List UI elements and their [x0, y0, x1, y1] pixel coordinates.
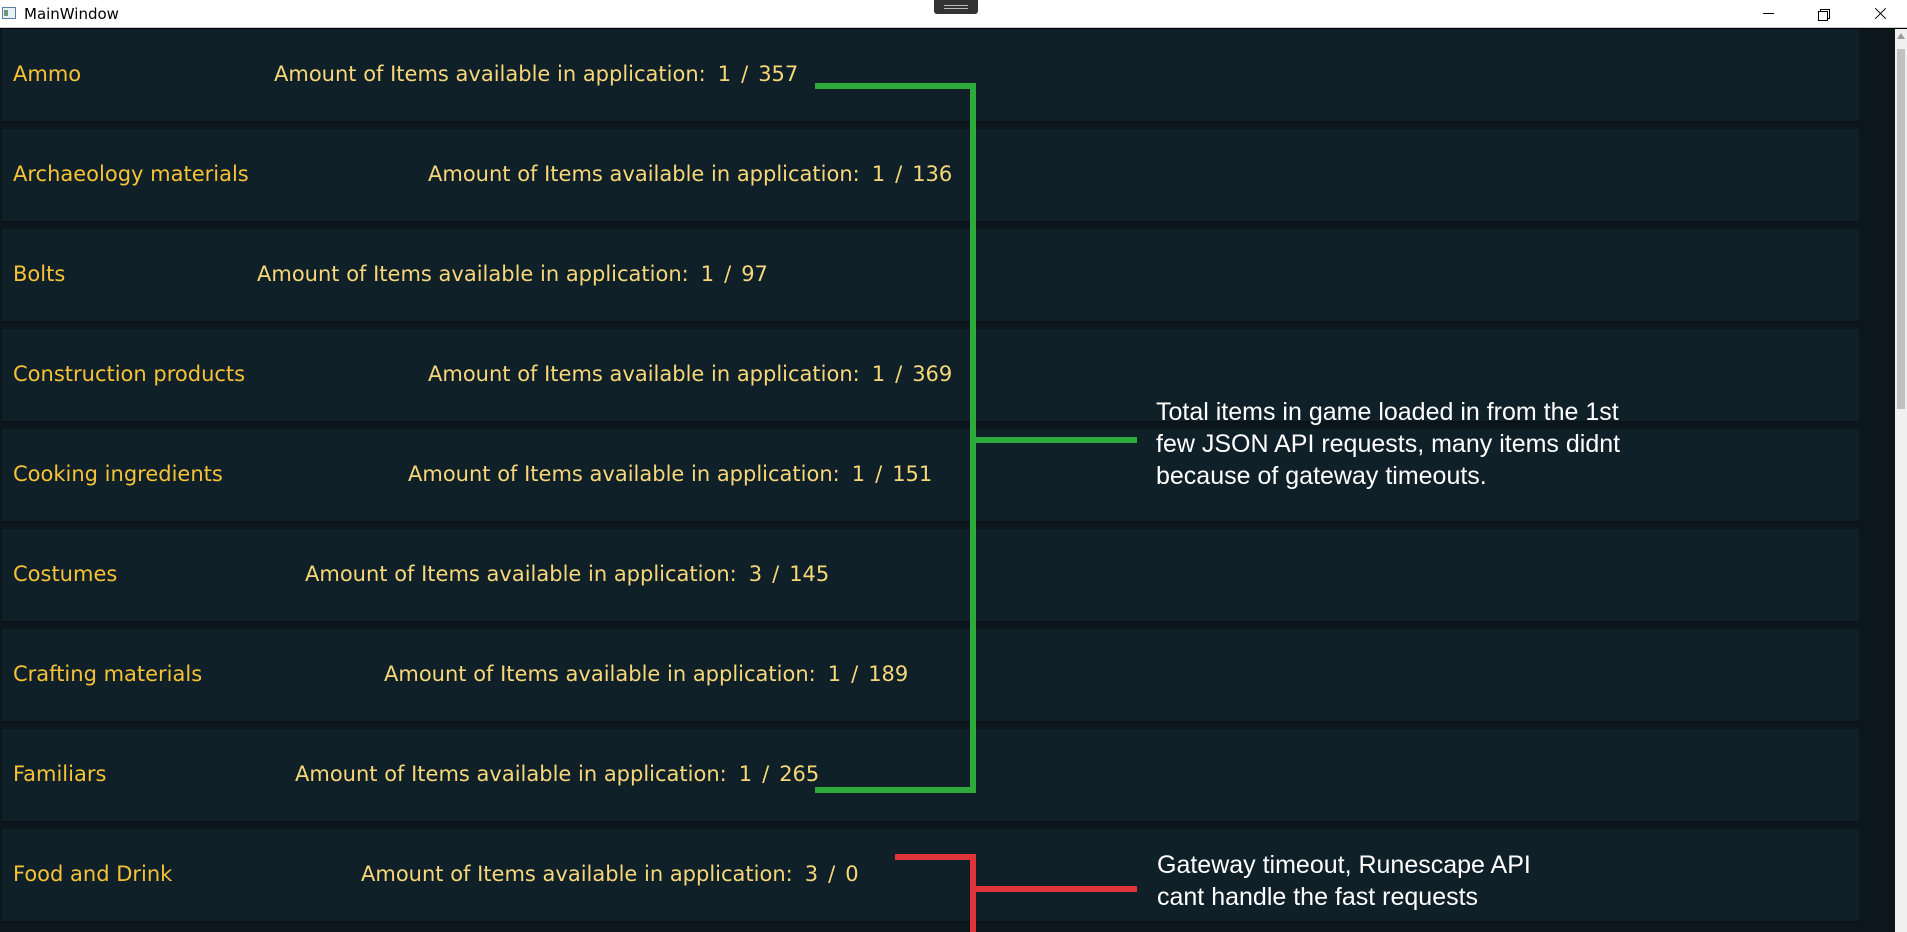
success-annotation: Total items in game loaded in from the 1… [1156, 396, 1620, 492]
item-count-label: Amount of Items available in application… [428, 362, 860, 386]
total-count: 357 [758, 62, 799, 86]
list-item-familiars[interactable]: Familiars Amount of Items available in a… [2, 729, 1859, 823]
drag-handle-icon[interactable] [934, 0, 978, 14]
total-count: 369 [912, 362, 953, 386]
item-count-info: Amount of Items available in application… [257, 262, 768, 286]
item-count-label: Amount of Items available in application… [257, 262, 689, 286]
category-name: Cooking ingredients [13, 462, 223, 486]
item-count-label: Amount of Items available in application… [384, 662, 816, 686]
list-item-bolts[interactable]: Bolts Amount of Items available in appli… [2, 229, 1859, 323]
vertical-scrollbar[interactable] [1895, 29, 1907, 932]
close-button[interactable] [1852, 0, 1907, 28]
item-count-info: Amount of Items available in application… [428, 162, 952, 186]
loaded-count: 1 [871, 162, 886, 186]
item-count-label: Amount of Items available in application… [408, 462, 840, 486]
item-count-info: Amount of Items available in application… [408, 462, 932, 486]
item-count-label: Amount of Items available in application… [428, 162, 860, 186]
item-count-info: Amount of Items available in application… [305, 562, 829, 586]
item-count-label: Amount of Items available in application… [361, 862, 793, 886]
list-item-ammo[interactable]: Ammo Amount of Items available in applic… [2, 29, 1859, 123]
total-count: 265 [779, 762, 820, 786]
failure-annotation: Gateway timeout, Runescape API cant hand… [1157, 849, 1531, 913]
category-name: Construction products [13, 362, 246, 386]
item-count-label: Amount of Items available in application… [305, 562, 737, 586]
count-separator: / [762, 762, 770, 786]
total-count: 145 [789, 562, 830, 586]
count-separator: / [828, 862, 836, 886]
category-name: Archaeology materials [13, 162, 249, 186]
scroll-up-arrow-icon[interactable] [1897, 33, 1905, 39]
annotation-line: because of gateway timeouts. [1156, 462, 1487, 490]
category-name: Ammo [13, 62, 82, 86]
minimize-button[interactable] [1740, 0, 1796, 28]
total-count: 151 [892, 462, 933, 486]
restore-button[interactable] [1796, 0, 1852, 28]
count-separator: / [772, 562, 780, 586]
app-window-icon [2, 7, 16, 19]
item-count-info: Amount of Items available in application… [361, 862, 859, 886]
list-item-archaeology-materials[interactable]: Archaeology materials Amount of Items av… [2, 129, 1859, 223]
list-item-crafting-materials[interactable]: Crafting materials Amount of Items avail… [2, 629, 1859, 723]
item-count-info: Amount of Items available in application… [428, 362, 952, 386]
total-count: 189 [868, 662, 909, 686]
annotation-line: cant handle the fast requests [1157, 883, 1479, 911]
scrollbar-thumb[interactable] [1897, 49, 1905, 409]
category-name: Crafting materials [13, 662, 203, 686]
count-separator: / [895, 162, 903, 186]
item-count-label: Amount of Items available in application… [274, 62, 706, 86]
count-separator: / [895, 362, 903, 386]
count-separator: / [851, 662, 859, 686]
count-separator: / [875, 462, 883, 486]
total-count: 136 [912, 162, 953, 186]
annotation-line: Gateway timeout, Runescape API [1157, 851, 1531, 879]
title-bar: MainWindow [0, 0, 1907, 28]
loaded-count: 1 [871, 362, 886, 386]
loaded-count: 1 [851, 462, 866, 486]
loaded-count: 3 [804, 862, 819, 886]
annotation-line: Total items in game loaded in from the 1… [1156, 398, 1619, 426]
window-title: MainWindow [24, 5, 119, 23]
loaded-count: 1 [827, 662, 842, 686]
annotation-line: few JSON API requests, many items didnt [1156, 430, 1621, 458]
category-name: Familiars [13, 762, 107, 786]
total-count: 97 [741, 262, 768, 286]
category-name: Food and Drink [13, 862, 173, 886]
list-item-costumes[interactable]: Costumes Amount of Items available in ap… [2, 529, 1859, 623]
item-count-info: Amount of Items available in application… [274, 62, 798, 86]
count-separator: / [741, 62, 749, 86]
count-separator: / [724, 262, 732, 286]
item-count-info: Amount of Items available in application… [295, 762, 819, 786]
list-item-food-and-drink[interactable]: Food and Drink Amount of Items available… [2, 829, 1859, 923]
category-name: Bolts [13, 262, 66, 286]
item-count-info: Amount of Items available in application… [384, 662, 908, 686]
category-name: Costumes [13, 562, 118, 586]
loaded-count: 1 [700, 262, 715, 286]
item-count-label: Amount of Items available in application… [295, 762, 727, 786]
loaded-count: 3 [748, 562, 763, 586]
total-count: 0 [845, 862, 859, 886]
loaded-count: 1 [738, 762, 753, 786]
loaded-count: 1 [717, 62, 732, 86]
